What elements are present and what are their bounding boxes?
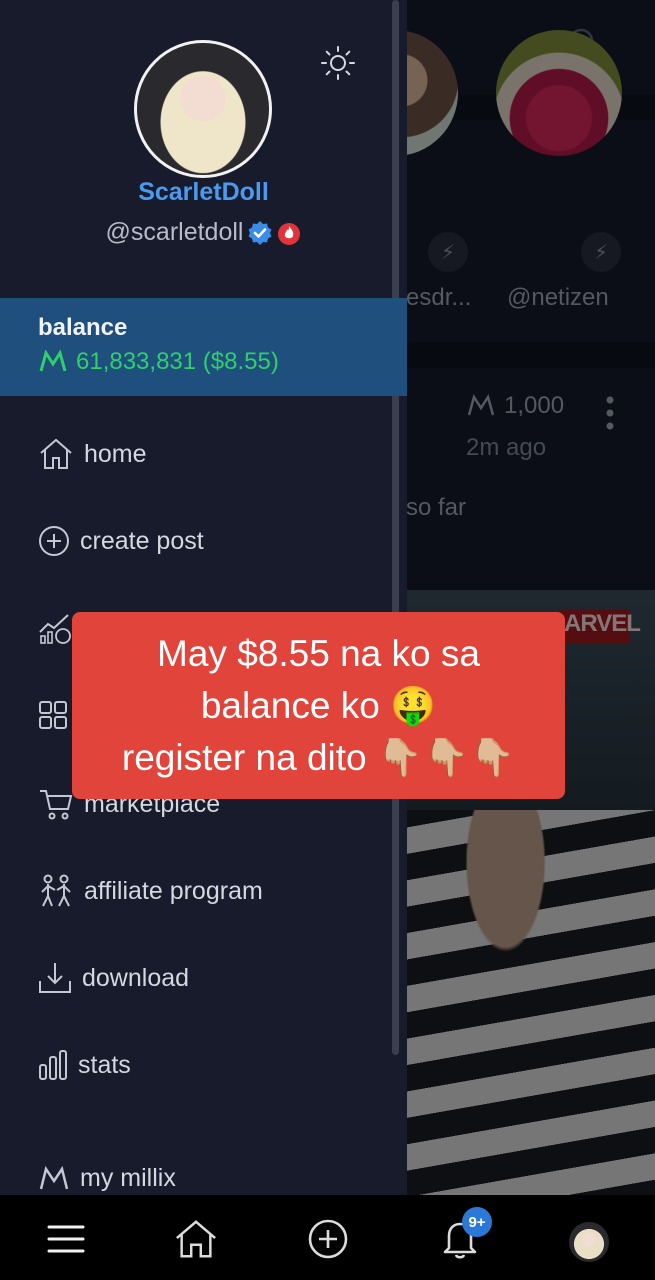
menu-item-label: affiliate program (84, 876, 263, 905)
menu-item-label: stats (78, 1050, 131, 1079)
sun-icon[interactable] (320, 45, 356, 81)
people-icon (41, 874, 71, 907)
menu-item-label: my millix (80, 1164, 176, 1192)
balance-label: balance (38, 314, 128, 341)
bottom-navigation (0, 1195, 655, 1280)
nav-menu-button[interactable] (44, 1217, 88, 1261)
verified-badge-icon (248, 220, 272, 245)
caption-line: register na dito 👇🏼👇🏼👇🏼 (121, 736, 516, 778)
cart-icon (40, 790, 73, 820)
fire-badge-icon (278, 222, 301, 245)
millix-icon (39, 1165, 69, 1189)
caption-line: balance ko 🤑 (200, 684, 437, 726)
menu-item-label: download (82, 963, 190, 992)
promo-caption: May $8.55 na ko sa balance ko 🤑 register… (72, 612, 565, 799)
menu-item-my-millix[interactable]: my millix (38, 1164, 176, 1193)
menu-item-affiliate-program[interactable]: affiliate program (38, 874, 263, 908)
menu-item-stats[interactable]: stats (38, 1049, 131, 1081)
balance-panel[interactable]: balance 61,833,831 ($8.55) (0, 298, 407, 396)
profile-display-name[interactable]: ScarletDoll (0, 178, 407, 207)
profile-handle[interactable]: @scarletdoll (106, 218, 244, 247)
profile-handle-row: @scarletdoll (0, 218, 407, 247)
balance-value: 61,833,831 ($8.55) (76, 348, 279, 375)
hamburger-menu-icon (47, 1225, 85, 1253)
plus-circle-icon (308, 1219, 348, 1259)
nav-profile-avatar[interactable] (569, 1222, 609, 1262)
drawer-scrim[interactable] (406, 0, 655, 1195)
grid-icon[interactable] (38, 700, 68, 730)
profile-avatar[interactable] (134, 40, 272, 178)
drawer-scrollbar[interactable] (392, 0, 399, 1055)
menu-item-create-post[interactable]: create post (38, 525, 204, 557)
menu-item-label: create post (80, 526, 204, 555)
home-icon (40, 438, 72, 469)
menu-item-home[interactable]: home (38, 437, 147, 471)
caption-line: May $8.55 na ko sa (157, 632, 480, 674)
notification-badge: 9+ (462, 1207, 492, 1237)
home-icon (176, 1220, 216, 1258)
millix-icon (39, 350, 67, 372)
menu-item-download[interactable]: download (38, 961, 189, 995)
menu-item-label: home (84, 439, 147, 468)
download-icon (39, 963, 71, 993)
nav-home-button[interactable] (174, 1217, 218, 1261)
balance-row: 61,833,831 ($8.55) (38, 348, 407, 376)
earnings-chart-icon[interactable] (38, 612, 74, 644)
bar-chart-icon (39, 1050, 67, 1080)
side-drawer: ScarletDoll @scarletdoll balance 61,833,… (0, 0, 407, 1195)
nav-create-button[interactable] (306, 1217, 350, 1261)
plus-circle-icon (39, 526, 69, 556)
